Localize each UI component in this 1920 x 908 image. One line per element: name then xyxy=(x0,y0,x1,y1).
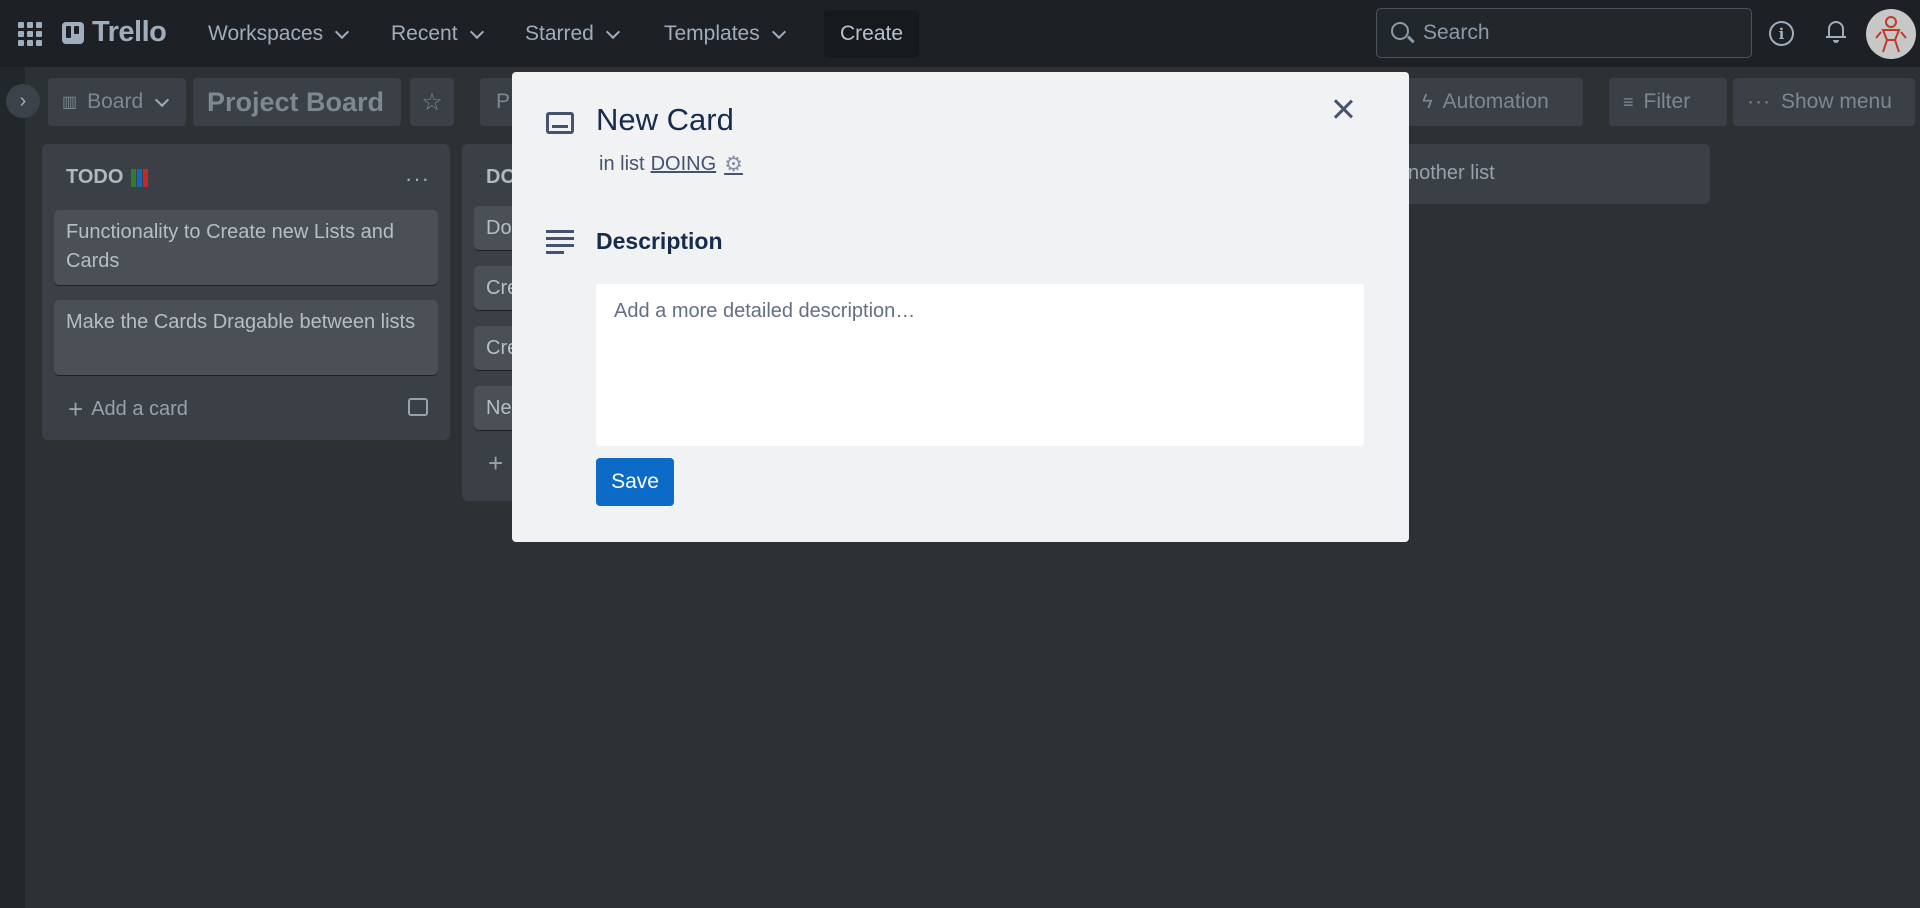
show-menu-button[interactable]: ··· Show menu xyxy=(1733,78,1915,126)
board-title-text: Project Board xyxy=(207,86,385,117)
card[interactable]: Functionality to Create new Lists and Ca… xyxy=(54,210,438,285)
nav-workspaces[interactable]: Workspaces xyxy=(208,18,350,50)
list-title[interactable]: TODO xyxy=(66,166,149,189)
plus-icon: + xyxy=(68,394,84,424)
logo-text: Trello xyxy=(92,16,167,48)
user-avatar[interactable] xyxy=(1866,9,1916,59)
search-input[interactable]: Search xyxy=(1376,8,1752,58)
nav-starred-label: Starred xyxy=(525,22,594,45)
list-title-text: TODO xyxy=(66,166,124,188)
list-link-name: DOING xyxy=(650,153,717,175)
add-card-button[interactable]: + xyxy=(488,448,503,479)
nav-starred[interactable]: Starred xyxy=(525,18,620,50)
card-title: Functionality to Create new Lists and Ca… xyxy=(66,221,394,272)
books-emoji-icon xyxy=(131,168,149,187)
notifications-bell-icon[interactable] xyxy=(1826,21,1846,43)
gear-icon: ⚙ xyxy=(724,153,743,176)
list-actions-icon[interactable]: ··· xyxy=(405,166,430,192)
description-textarea[interactable] xyxy=(596,284,1364,446)
top-navigation-bar: Trello Workspaces Recent Starred Templat… xyxy=(0,0,1920,67)
nav-templates-label: Templates xyxy=(664,22,760,45)
card-title-heading[interactable]: New Card xyxy=(596,102,734,138)
trello-logo-icon xyxy=(62,21,84,44)
filter-label: Filter xyxy=(1643,90,1691,113)
add-list-label: nother list xyxy=(1408,162,1495,184)
add-card-button[interactable]: + Add a card xyxy=(68,394,188,425)
card-list-location: in list DOING ⚙ xyxy=(599,152,743,177)
card-icon xyxy=(546,112,574,134)
nav-workspaces-label: Workspaces xyxy=(208,22,324,45)
in-list-prefix: in list xyxy=(599,153,645,175)
chevron-down-icon xyxy=(155,92,170,107)
close-icon[interactable] xyxy=(1328,94,1358,124)
app-switcher-icon[interactable] xyxy=(18,22,42,46)
board-header-partial-label: P xyxy=(496,90,511,113)
sidebar-expand-button[interactable]: › xyxy=(6,84,40,118)
card-detail-modal: New Card in list DOING ⚙ Description Sav… xyxy=(512,72,1409,542)
more-icon: ··· xyxy=(1747,90,1771,113)
filter-button[interactable]: ≡ Filter xyxy=(1609,78,1727,126)
search-placeholder: Search xyxy=(1423,21,1490,44)
list-link[interactable]: DOING ⚙ xyxy=(651,152,743,177)
save-button[interactable]: Save xyxy=(596,458,674,506)
automation-button[interactable]: ϟ Automation xyxy=(1408,78,1583,126)
lightning-icon: ϟ xyxy=(1422,90,1433,113)
list-todo: TODO ··· Functionality to Create new Lis… xyxy=(42,144,450,440)
description-heading: Description xyxy=(596,228,723,254)
nav-recent[interactable]: Recent xyxy=(391,18,484,50)
card-title: Ne xyxy=(486,397,512,419)
create-button[interactable]: Create xyxy=(824,10,919,58)
search-icon xyxy=(1391,22,1409,40)
star-icon: ☆ xyxy=(421,88,443,116)
board-view-label: Board xyxy=(87,90,144,113)
filter-icon: ≡ xyxy=(1623,91,1634,112)
description-icon xyxy=(546,230,574,254)
automation-label: Automation xyxy=(1442,90,1549,113)
info-icon[interactable]: i xyxy=(1769,21,1794,46)
add-card-label: Add a card xyxy=(91,398,188,420)
chevron-down-icon xyxy=(605,24,620,39)
chevron-down-icon xyxy=(469,24,484,39)
board-view-switcher[interactable]: ▥ Board xyxy=(48,78,186,126)
sidebar-collapsed xyxy=(0,67,25,908)
plus-icon: + xyxy=(488,448,504,478)
card[interactable]: Make the Cards Dragable between lists xyxy=(54,300,438,375)
add-list-button[interactable]: nother list xyxy=(1380,144,1710,204)
board-title[interactable]: Project Board xyxy=(193,78,401,126)
nav-templates[interactable]: Templates xyxy=(664,18,786,50)
card-template-icon[interactable] xyxy=(408,398,428,416)
show-menu-label: Show menu xyxy=(1780,90,1892,113)
chevron-down-icon xyxy=(335,24,350,39)
trello-logo[interactable]: Trello xyxy=(62,16,167,49)
star-board-button[interactable]: ☆ xyxy=(410,78,454,126)
card-title: Make the Cards Dragable between lists xyxy=(66,311,416,333)
board-view-icon: ▥ xyxy=(62,94,78,111)
chevron-down-icon xyxy=(771,24,786,39)
nav-recent-label: Recent xyxy=(391,22,458,45)
card-title: Do xyxy=(486,217,512,239)
avatar-figure-icon xyxy=(1875,16,1907,53)
